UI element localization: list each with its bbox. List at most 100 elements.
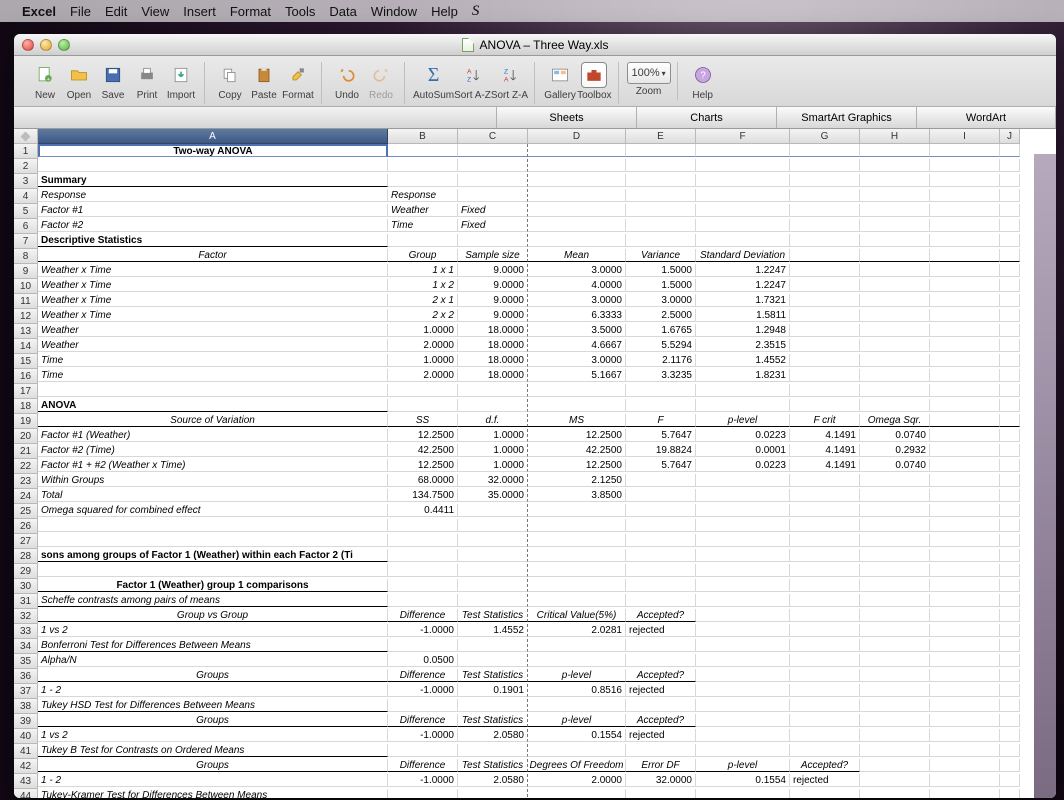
- cell-B1[interactable]: [388, 144, 458, 157]
- cell-A7[interactable]: Descriptive Statistics: [38, 234, 388, 247]
- select-all-corner[interactable]: [14, 129, 38, 144]
- row-24[interactable]: 24Total134.750035.00003.8500: [14, 489, 1056, 504]
- cell-D3[interactable]: [528, 174, 626, 187]
- macos-menubar[interactable]: Excel File Edit View Insert Format Tools…: [0, 0, 1064, 22]
- cell-C43[interactable]: 2.0580: [458, 774, 528, 787]
- cell-D39[interactable]: p-level: [528, 714, 626, 727]
- cell-E20[interactable]: 5.7647: [626, 429, 696, 442]
- row-header[interactable]: 26: [14, 519, 38, 534]
- cell-H28[interactable]: [860, 549, 930, 562]
- col-B[interactable]: B: [388, 129, 458, 144]
- cell-D38[interactable]: [528, 699, 626, 712]
- cell-C3[interactable]: [458, 174, 528, 187]
- cell-F11[interactable]: 1.7321: [696, 294, 790, 307]
- cell-C24[interactable]: 35.0000: [458, 489, 528, 502]
- cell-B38[interactable]: [388, 699, 458, 712]
- cell-J1[interactable]: [1000, 144, 1020, 157]
- cell-I26[interactable]: [930, 519, 1000, 532]
- menu-file[interactable]: File: [70, 4, 91, 19]
- cell-B4[interactable]: Response: [388, 189, 458, 202]
- row-header[interactable]: 19: [14, 414, 38, 429]
- cell-D14[interactable]: 4.6667: [528, 339, 626, 352]
- cell-D5[interactable]: [528, 204, 626, 217]
- cell-J41[interactable]: [1000, 744, 1020, 757]
- cell-H4[interactable]: [860, 189, 930, 202]
- sort-descending-button[interactable]: ZASort Z-A: [491, 62, 528, 104]
- cell-G32[interactable]: [790, 609, 860, 622]
- cell-C35[interactable]: [458, 654, 528, 667]
- row-header[interactable]: 7: [14, 234, 38, 249]
- cell-D26[interactable]: [528, 519, 626, 532]
- cell-F37[interactable]: [696, 684, 790, 697]
- cell-B34[interactable]: [388, 639, 458, 652]
- row-38[interactable]: 38Tukey HSD Test for Differences Between…: [14, 699, 1056, 714]
- cell-G21[interactable]: 4.1491: [790, 444, 860, 457]
- cell-B23[interactable]: 68.0000: [388, 474, 458, 487]
- col-I[interactable]: I: [930, 129, 1000, 144]
- row-35[interactable]: 35Alpha/N0.0500: [14, 654, 1056, 669]
- cell-H44[interactable]: [860, 789, 930, 798]
- cell-I18[interactable]: [930, 399, 1000, 412]
- row-header[interactable]: 38: [14, 699, 38, 714]
- cell-I31[interactable]: [930, 594, 1000, 607]
- cell-D13[interactable]: 3.5000: [528, 324, 626, 337]
- cell-E33[interactable]: rejected: [626, 624, 696, 637]
- cell-I13[interactable]: [930, 324, 1000, 337]
- cell-G11[interactable]: [790, 294, 860, 307]
- cell-F36[interactable]: [696, 669, 790, 682]
- cell-B32[interactable]: Difference: [388, 609, 458, 622]
- cell-H22[interactable]: 0.0740: [860, 459, 930, 472]
- cell-F6[interactable]: [696, 219, 790, 232]
- cell-C20[interactable]: 1.0000: [458, 429, 528, 442]
- cell-G39[interactable]: [790, 714, 860, 727]
- cell-F19[interactable]: p-level: [696, 414, 790, 427]
- cell-E32[interactable]: Accepted?: [626, 609, 696, 622]
- cell-C32[interactable]: Test Statistics: [458, 609, 528, 622]
- cell-I36[interactable]: [930, 669, 1000, 682]
- row-header[interactable]: 41: [14, 744, 38, 759]
- cell-E19[interactable]: F: [626, 414, 696, 427]
- cell-I10[interactable]: [930, 279, 1000, 292]
- row-33[interactable]: 33 1 vs 2-1.00001.45522.0281rejected: [14, 624, 1056, 639]
- cell-J36[interactable]: [1000, 669, 1020, 682]
- row-28[interactable]: 28sons among groups of Factor 1 (Weather…: [14, 549, 1056, 564]
- row-header[interactable]: 25: [14, 504, 38, 519]
- row-header[interactable]: 35: [14, 654, 38, 669]
- cell-E1[interactable]: [626, 144, 696, 157]
- row-header[interactable]: 21: [14, 444, 38, 459]
- cell-F31[interactable]: [696, 594, 790, 607]
- cell-G27[interactable]: [790, 534, 860, 547]
- cell-I28[interactable]: [930, 549, 1000, 562]
- cell-H26[interactable]: [860, 519, 930, 532]
- cell-J28[interactable]: [1000, 549, 1020, 562]
- cell-H40[interactable]: [860, 729, 930, 742]
- cell-A42[interactable]: Groups: [38, 759, 388, 772]
- cell-F24[interactable]: [696, 489, 790, 502]
- toolbox-button[interactable]: Toolbox: [577, 62, 611, 104]
- row-10[interactable]: 10Weather x Time1 x 29.00004.00001.50001…: [14, 279, 1056, 294]
- cell-A36[interactable]: Groups: [38, 669, 388, 682]
- cell-F40[interactable]: [696, 729, 790, 742]
- cell-I37[interactable]: [930, 684, 1000, 697]
- row-header[interactable]: 4: [14, 189, 38, 204]
- cell-C27[interactable]: [458, 534, 528, 547]
- cell-A10[interactable]: Weather x Time: [38, 279, 388, 292]
- cell-D37[interactable]: 0.8516: [528, 684, 626, 697]
- row-17[interactable]: 17: [14, 384, 1056, 399]
- row-43[interactable]: 43 1 - 2-1.00002.05802.000032.00000.1554…: [14, 774, 1056, 789]
- row-header[interactable]: 33: [14, 624, 38, 639]
- cell-H27[interactable]: [860, 534, 930, 547]
- import-button[interactable]: Import: [164, 62, 198, 104]
- cell-A38[interactable]: Tukey HSD Test for Differences Between M…: [38, 699, 388, 712]
- cell-E10[interactable]: 1.5000: [626, 279, 696, 292]
- row-header[interactable]: 20: [14, 429, 38, 444]
- cell-G9[interactable]: [790, 264, 860, 277]
- cell-G33[interactable]: [790, 624, 860, 637]
- row-header[interactable]: 6: [14, 219, 38, 234]
- cell-D10[interactable]: 4.0000: [528, 279, 626, 292]
- row-26[interactable]: 26: [14, 519, 1056, 534]
- cell-B21[interactable]: 42.2500: [388, 444, 458, 457]
- cell-B14[interactable]: 2.0000: [388, 339, 458, 352]
- cell-I35[interactable]: [930, 654, 1000, 667]
- cell-J14[interactable]: [1000, 339, 1020, 352]
